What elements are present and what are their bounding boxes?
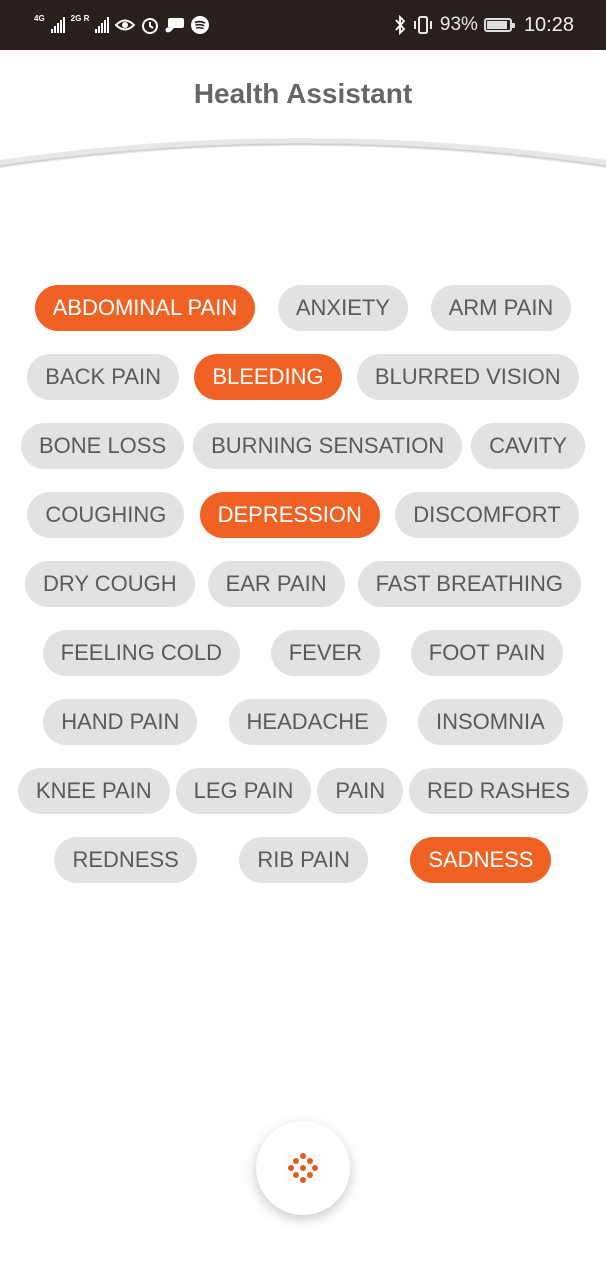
symptom-chip-ear-pain[interactable]: EAR PAIN (207, 561, 345, 607)
network-type-label: 4G (34, 14, 45, 23)
status-bar-right: 93% 10:28 (394, 13, 574, 37)
symptom-chip-arm-pain[interactable]: ARM PAIN (430, 285, 572, 331)
symptom-chip-insomnia[interactable]: INSOMNIA (417, 699, 563, 745)
vibrate-icon (412, 15, 434, 35)
symptom-chip-row: BONE LOSS BURNING SENSATION CAVITY (0, 423, 606, 469)
symptom-chip-row: DRY COUGH EAR PAIN FAST BREATHING (0, 561, 606, 607)
symptom-chip-cavity[interactable]: CAVITY (471, 423, 585, 469)
battery-percent: 93% (439, 14, 478, 35)
symptom-chip-knee-pain[interactable]: KNEE PAIN (17, 768, 170, 814)
fab-button[interactable] (256, 1121, 350, 1215)
symptom-chip-depression[interactable]: DEPRESSION (199, 492, 380, 538)
status-bar: 4G 2G R 93% 10:28 (0, 0, 606, 50)
clock-time: 10:28 (523, 13, 574, 36)
symptom-chip-row: BACK PAIN BLEEDING BLURRED VISION (0, 354, 606, 400)
symptom-chip-row: FEELING COLD FEVER FOOT PAIN (0, 630, 606, 676)
eye-icon (115, 18, 136, 32)
symptom-chip-feeling-cold[interactable]: FEELING COLD (42, 630, 241, 676)
symptom-chip-fast-breathing[interactable]: FAST BREATHING (357, 561, 582, 607)
symptom-chip-discomfort[interactable]: DISCOMFORT (395, 492, 579, 538)
symptom-chip-abdominal-pain[interactable]: ABDOMINAL PAIN (34, 285, 256, 331)
battery-fill (486, 21, 508, 29)
battery-icon (483, 18, 515, 32)
symptom-chip-rib-pain[interactable]: RIB PAIN (239, 837, 368, 883)
symptom-chip-row: HAND PAIN HEADACHE INSOMNIA (0, 699, 606, 745)
status-bar-left: 4G 2G R (34, 13, 210, 37)
bluetooth-icon (394, 15, 406, 35)
alarm-clock-icon (141, 16, 159, 34)
header-curve-divider (0, 138, 606, 168)
symptom-chip-anxiety[interactable]: ANXIETY (277, 285, 408, 331)
symptom-chip-burning-sensation[interactable]: BURNING SENSATION (193, 423, 463, 469)
signal-strength-icon (50, 17, 65, 33)
symptom-chip-dry-cough[interactable]: DRY COUGH (24, 561, 195, 607)
dots-grid-icon (288, 1153, 318, 1183)
symptom-chip-row: REDNESS RIB PAIN SADNESS (0, 837, 606, 883)
symptom-chip-back-pain[interactable]: BACK PAIN (27, 354, 180, 400)
symptom-chip-row: COUGHING DEPRESSION DISCOMFORT (0, 492, 606, 538)
symptom-chip-leg-pain[interactable]: LEG PAIN (175, 768, 312, 814)
symptom-chip-row: KNEE PAIN LEG PAIN PAIN RED RASHES (0, 768, 606, 814)
symptom-chip-blurred-vision[interactable]: BLURRED VISION (356, 354, 579, 400)
symptom-chip-coughing[interactable]: COUGHING (27, 492, 185, 538)
chat-bubble-icon (165, 16, 185, 34)
symptom-chip-row: ABDOMINAL PAIN ANXIETY ARM PAIN (0, 285, 606, 331)
symptom-chip-bone-loss[interactable]: BONE LOSS (20, 423, 185, 469)
symptom-chip-headache[interactable]: HEADACHE (228, 699, 387, 745)
symptom-chip-pain[interactable]: PAIN (317, 768, 404, 814)
symptom-chip-list: ABDOMINAL PAIN ANXIETY ARM PAIN BACK PAIN BL… (0, 285, 606, 906)
network-type-label-2: 2G R (70, 14, 90, 23)
symptom-chip-hand-pain[interactable]: HAND PAIN (43, 699, 198, 745)
signal-strength-icon-2 (95, 17, 110, 33)
page-title: Health Assistant (193, 78, 413, 109)
symptom-chip-sadness[interactable]: SADNESS (410, 837, 552, 883)
symptom-chip-foot-pain[interactable]: FOOT PAIN (410, 630, 564, 676)
spotify-icon (191, 16, 210, 34)
symptom-chip-bleeding[interactable]: BLEEDING (194, 354, 342, 400)
symptom-chip-fever[interactable]: FEVER (270, 630, 381, 676)
symptom-chip-redness[interactable]: REDNESS (54, 837, 197, 883)
symptom-chip-red-rashes[interactable]: RED RASHES (409, 768, 589, 814)
